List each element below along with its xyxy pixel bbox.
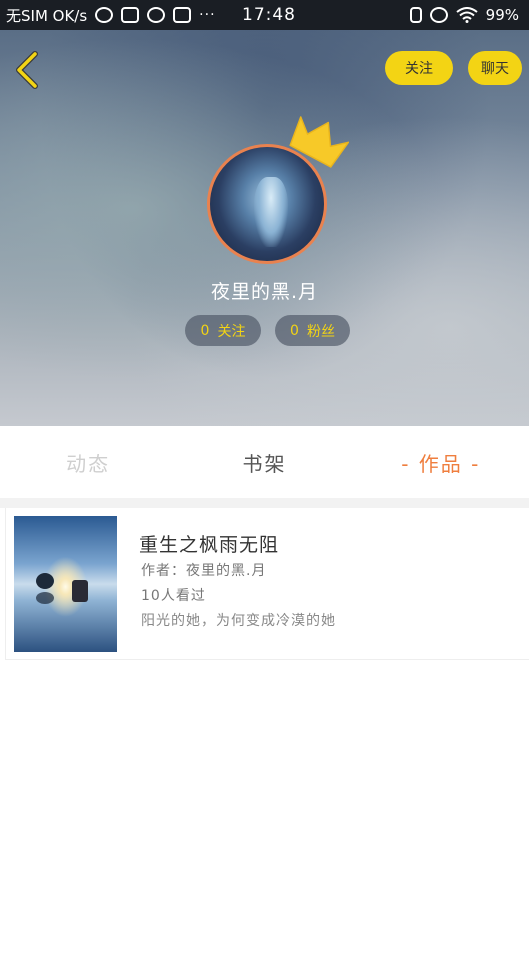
alarm-icon: [429, 7, 448, 23]
cover-figure: [72, 580, 88, 602]
username: 夜里的黑.月: [210, 281, 319, 303]
shield-icon: [147, 7, 166, 23]
work-views: 10人看过: [141, 588, 206, 604]
clock: 17:48: [242, 5, 296, 25]
vibrate-icon: [409, 7, 422, 23]
cover-tree-reflection: [36, 592, 54, 604]
carrier-text: 无SIM OK/s: [6, 6, 88, 25]
overflow-indicator: ···: [199, 7, 216, 23]
avatar-figure: [254, 177, 288, 247]
following-label: 关注: [217, 323, 246, 340]
battery-level: 99%: [485, 6, 519, 24]
fans-count: 0: [290, 322, 299, 339]
follow-button[interactable]: 关注: [385, 51, 453, 85]
app-icon: [173, 7, 192, 23]
tab-works[interactable]: - 作品 -: [353, 448, 529, 477]
work-author: 作者：夜里的黑.月: [141, 563, 267, 579]
cover-tree: [36, 573, 54, 589]
work-description: 阳光的她，为何变成冷漠的她: [141, 613, 336, 629]
crown-icon: [289, 116, 349, 168]
tab-bar: 动态 书架 - 作品 -: [0, 426, 529, 498]
qq-icon: [95, 7, 114, 23]
work-title: 重生之枫雨无阻: [139, 534, 280, 556]
avatar-container: [207, 116, 349, 264]
status-left: 无SIM OK/s ···: [6, 5, 216, 26]
back-button[interactable]: [10, 50, 42, 90]
tab-bookshelf[interactable]: 书架: [176, 448, 352, 477]
chat-button[interactable]: 聊天: [468, 51, 522, 85]
chat-button-label: 聊天: [481, 61, 509, 77]
divider: [0, 498, 529, 508]
fans-label: 粉丝: [306, 323, 335, 340]
chevron-left-icon: [16, 51, 38, 89]
work-card[interactable]: 重生之枫雨无阻 作者：夜里的黑.月 10人看过 阳光的她，为何变成冷漠的她: [5, 508, 529, 660]
book-cover-image: [14, 516, 117, 652]
screenshot-icon: [121, 7, 140, 23]
fans-count-button[interactable]: 0 粉丝: [275, 315, 350, 346]
following-count: 0: [200, 322, 210, 339]
follow-button-label: 关注: [405, 61, 433, 77]
wifi-icon: [456, 7, 478, 23]
tab-dynamics[interactable]: 动态: [0, 448, 176, 477]
profile-header: 关注 聊天 夜里的黑.月 0 关注 0 粉丝: [0, 30, 529, 426]
status-bar: 无SIM OK/s ··· 17:48 99%: [0, 0, 529, 30]
following-count-button[interactable]: 0 关注: [185, 315, 261, 346]
status-right: 99%: [409, 6, 519, 24]
